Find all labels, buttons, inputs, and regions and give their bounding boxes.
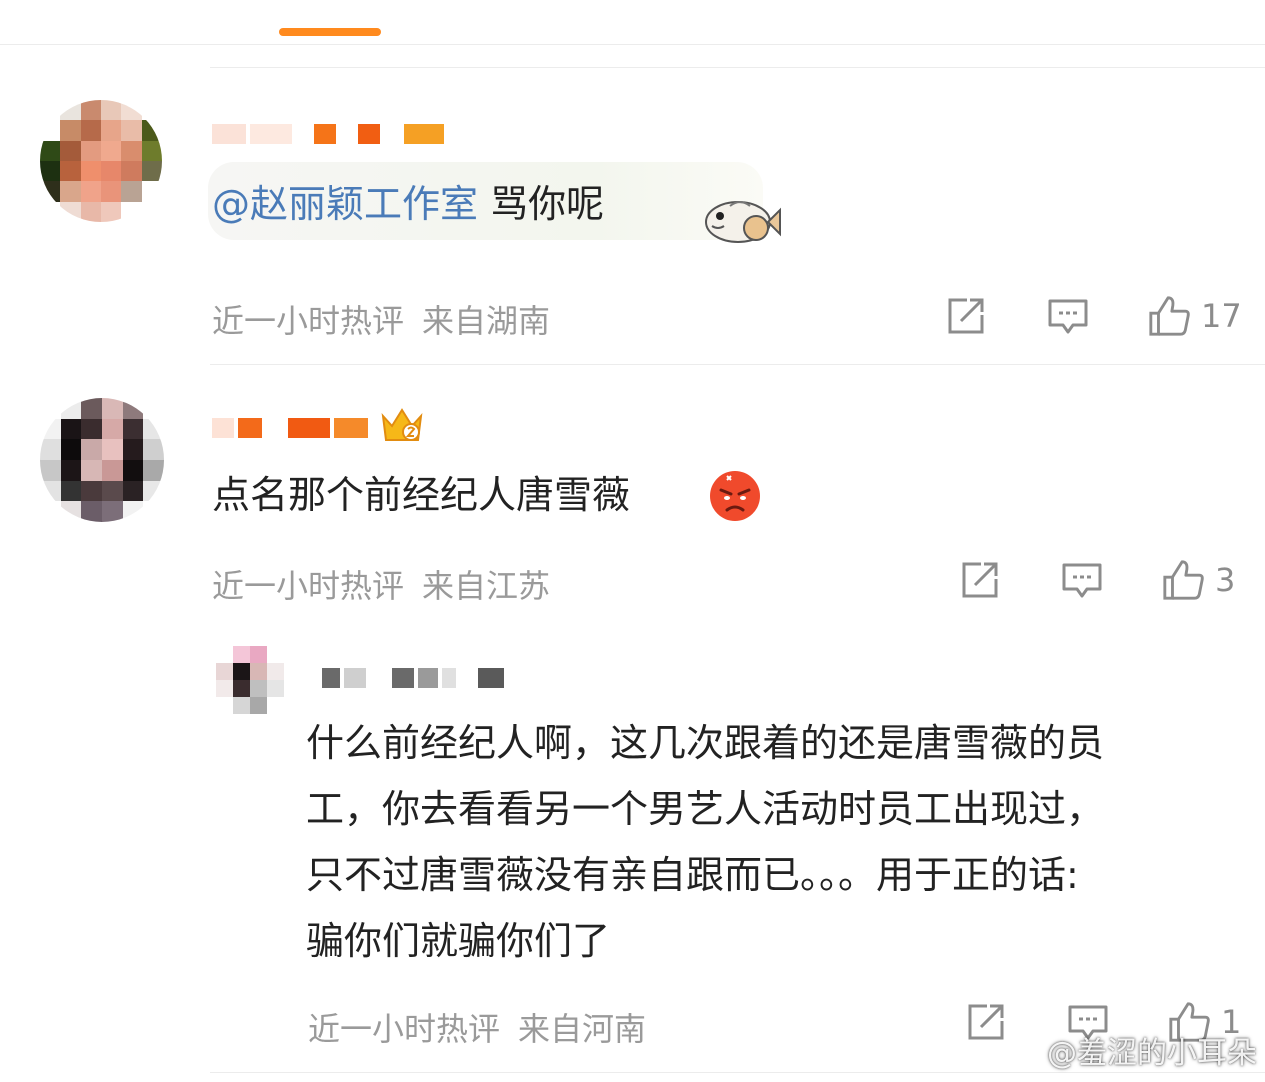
reply-username-blurred[interactable]	[322, 662, 504, 694]
avatar[interactable]	[40, 398, 164, 522]
mention-link[interactable]: @赵丽颖工作室	[212, 182, 478, 226]
reply-line: 只不过唐雪薇没有亲自跟而已。。。用于正的话:	[306, 853, 1079, 897]
thumbs-up-icon	[1149, 296, 1190, 336]
reply-button[interactable]	[1046, 294, 1090, 338]
comment-time: 近一小时热评	[212, 567, 405, 605]
share-button[interactable]	[964, 1000, 1008, 1044]
comment-location: 来自江苏	[422, 567, 551, 605]
comment-actions: 3	[958, 558, 1235, 602]
share-icon	[948, 298, 984, 334]
reply-meta: 近一小时热评 来自河南	[308, 1004, 646, 1050]
reply-avatar[interactable]	[216, 646, 284, 714]
weibo-logo-icon	[1007, 1037, 1040, 1065]
share-icon	[962, 562, 998, 598]
share-button[interactable]	[958, 558, 1002, 602]
angry-face-icon	[707, 468, 763, 524]
divider	[210, 364, 1265, 365]
username-blurred[interactable]	[212, 412, 368, 444]
comment-meta: 近一小时热评 来自江苏	[212, 561, 550, 607]
divider	[210, 1072, 1265, 1073]
reply-time: 近一小时热评	[308, 1010, 501, 1048]
comment-text: 点名那个前经纪人唐雪薇	[212, 463, 630, 527]
like-button[interactable]	[1147, 294, 1191, 338]
thumbs-up-icon	[1163, 560, 1204, 600]
comment-body: 骂你呢	[478, 182, 605, 226]
comment-meta: 近一小时热评 来自湖南	[212, 296, 550, 342]
top-tab-bar	[0, 0, 1265, 45]
avatar[interactable]	[40, 100, 162, 222]
share-icon	[968, 1004, 1004, 1040]
active-tab-indicator	[279, 28, 381, 36]
share-button[interactable]	[944, 294, 988, 338]
watermark-text: @羞涩的小耳朵	[1047, 1036, 1257, 1071]
reply-text: 什么前经纪人啊，这几次跟着的还是唐雪薇的员 工，你去看看另一个男艺人活动时员工出…	[306, 710, 1104, 974]
reply-button[interactable]	[1060, 558, 1104, 602]
username-blurred[interactable]	[212, 118, 444, 150]
reply-line: 什么前经纪人啊，这几次跟着的还是唐雪薇的员	[306, 721, 1105, 765]
reply-location: 来自河南	[518, 1010, 647, 1048]
comment-icon	[1062, 563, 1102, 598]
like-count: 17	[1201, 297, 1242, 335]
comment-location: 来自湖南	[422, 302, 551, 340]
vip-crown-icon	[380, 406, 424, 444]
watermark: @羞涩的小耳朵	[1007, 1028, 1257, 1072]
divider	[210, 67, 1265, 68]
like-button[interactable]	[1161, 558, 1205, 602]
reply-line: 骗你们就骗你们了	[306, 919, 611, 963]
comment-icon	[1048, 299, 1088, 334]
comment-time: 近一小时热评	[212, 302, 405, 340]
comment-text: @赵丽颖工作室 骂你呢	[212, 172, 604, 236]
reply-line: 工，你去看看另一个男艺人活动时员工出现过，	[306, 787, 1105, 831]
fish-sticker-icon	[700, 186, 782, 254]
like-count: 3	[1215, 561, 1236, 599]
comment-body: 点名那个前经纪人唐雪薇	[212, 473, 631, 517]
comment-actions: 17	[944, 294, 1242, 338]
